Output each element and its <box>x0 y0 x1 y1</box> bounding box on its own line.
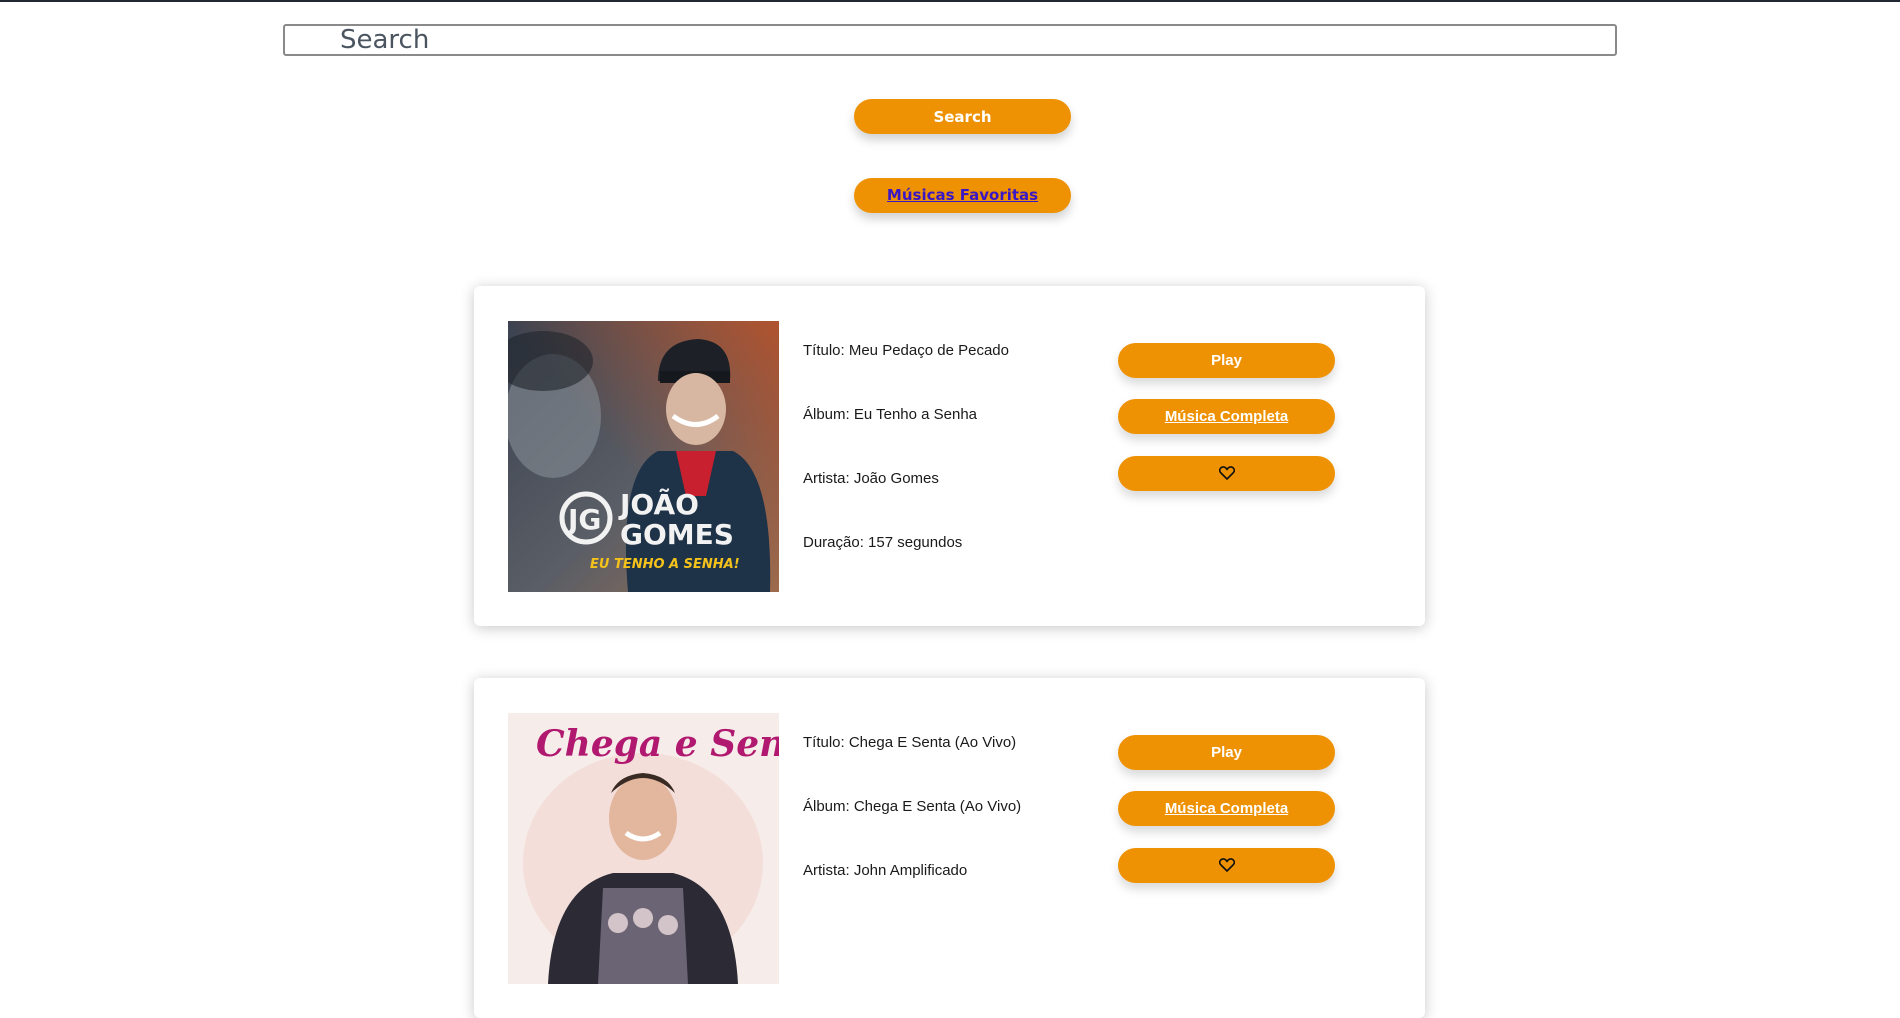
full-song-button[interactable]: Música Completa <box>1118 791 1335 826</box>
favorites-link[interactable]: Músicas Favoritas <box>887 186 1038 204</box>
search-input[interactable] <box>283 24 1617 56</box>
heart-icon <box>1218 857 1235 872</box>
cover-text-subtitle: EU TENHO A SENHA! <box>590 557 740 572</box>
cover-text-joao: JOÃO <box>618 487 699 521</box>
track-card: Chega e Senta Título: Chega E Senta (Ao … <box>474 678 1425 1018</box>
track-artist: Artista: João Gomes <box>803 470 939 487</box>
play-button[interactable]: Play <box>1118 343 1335 378</box>
track-title: Título: Meu Pedaço de Pecado <box>803 342 1009 359</box>
svg-text:JG: JG <box>566 503 601 536</box>
heart-icon <box>1218 465 1235 480</box>
favorites-button[interactable]: Músicas Favoritas <box>854 178 1071 213</box>
cover-text-gomes: GOMES <box>620 518 734 551</box>
play-button[interactable]: Play <box>1118 735 1335 770</box>
track-card: JG JOÃO GOMES EU TENHO A SENHA! Título: … <box>474 286 1425 626</box>
search-button[interactable]: Search <box>854 99 1071 134</box>
album-cover: JG JOÃO GOMES EU TENHO A SENHA! <box>508 321 779 592</box>
cover-text-title: Chega e Senta <box>536 723 779 765</box>
favorite-button[interactable] <box>1118 456 1335 491</box>
full-song-link[interactable]: Música Completa <box>1165 408 1288 425</box>
album-cover: Chega e Senta <box>508 713 779 984</box>
full-song-link[interactable]: Música Completa <box>1165 800 1288 817</box>
track-duration: Duração: 157 segundos <box>803 534 963 551</box>
track-artist: Artista: John Amplificado <box>803 862 968 879</box>
favorite-button[interactable] <box>1118 848 1335 883</box>
full-song-button[interactable]: Música Completa <box>1118 399 1335 434</box>
track-album: Álbum: Eu Tenho a Senha <box>803 406 978 423</box>
track-album: Álbum: Chega E Senta (Ao Vivo) <box>803 798 1022 815</box>
track-title: Título: Chega E Senta (Ao Vivo) <box>803 734 1017 751</box>
top-border <box>0 0 1900 2</box>
